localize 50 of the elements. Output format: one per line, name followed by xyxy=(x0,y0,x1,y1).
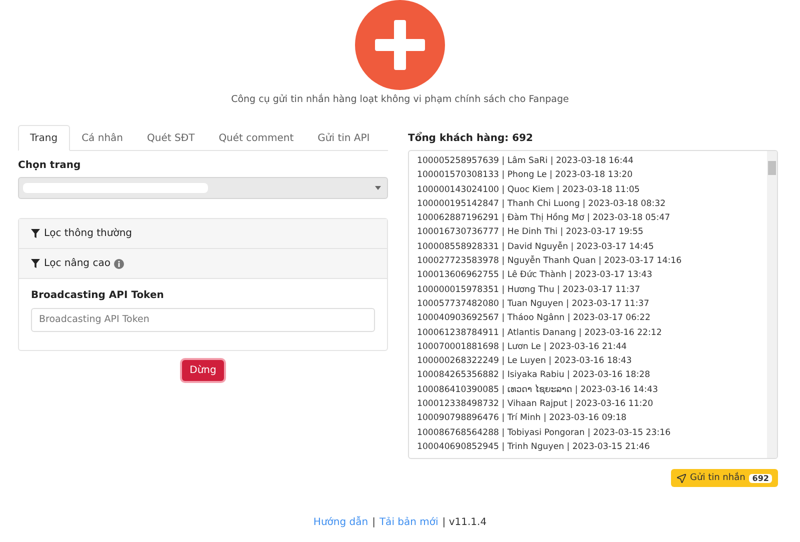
filter-icon xyxy=(31,259,40,268)
token-field[interactable]: Broadcasting API Token xyxy=(31,308,375,332)
customer-row-text: 100062887196291 | Đàm Thị Hồng Mơ | 2023-03-18 05:47 xyxy=(417,212,672,226)
accordion-title: Lọc nâng cao xyxy=(44,258,110,269)
customer-row-text: 100057737482080 | Tuan Nguyen | 2023-03-17 11:37 xyxy=(417,298,650,311)
customer-row-text: 100040903692567 | Tháoo Ngânn | 2023-03-17 06:22 xyxy=(417,312,652,326)
customer-row-text: 100000015978351 | Hương Thu | 2023-03-17 11:37 xyxy=(417,284,642,297)
footer-text: | xyxy=(372,517,376,528)
footer-link[interactable]: Hướng dẫn xyxy=(313,517,368,528)
footer-link[interactable]: Tải bản mới xyxy=(379,517,438,528)
filter-icon xyxy=(31,229,40,238)
send-button[interactable]: Gửi tin nhắn 692 xyxy=(671,469,778,487)
caret-icon xyxy=(375,186,381,190)
stop-button[interactable]: Dừng xyxy=(182,360,224,380)
customer-row-text: 100013606962755 | Lê Đức Thành | 2023-03-17 13:43 xyxy=(417,269,654,282)
accordion-title: Lọc thông thường xyxy=(44,228,132,239)
tab[interactable]: Gửi tin API xyxy=(306,125,382,151)
accordion-header[interactable]: Lọc nâng cao xyxy=(19,249,387,279)
tab[interactable]: Quét SĐT xyxy=(135,125,207,151)
customer-row-text: 100012338498732 | Vihaan Rajput | 2023-03-16 11:20 xyxy=(417,398,654,412)
customer-row-text: 100001570308133 | Phong Le | 2023-03-18 13:20 xyxy=(417,169,634,182)
customer-row-text: 100008558928331 | David Nguyễn | 2023-03-17 14:45 xyxy=(417,240,655,254)
accordion-header[interactable]: Lọc thông thường xyxy=(19,219,387,249)
customer-row-text: 100040690852945 | Trinh Nguyen | 2023-03-15 21:46 xyxy=(417,440,651,454)
customer-count: Tổng khách hàng: 692 xyxy=(408,133,534,144)
customer-row-text: 100000268322249 | Le Luyen | 2023-03-16 18:43 xyxy=(417,355,633,368)
customer-row-text: 100090798896476 | Trí Minh | 2023-03-16 09:18 xyxy=(417,412,628,426)
tab[interactable]: Quét comment xyxy=(206,125,306,151)
customer-row-text: 100000195142847 | Thanh Chi Luong | 2023-03-18 08:32 xyxy=(417,198,667,211)
customer-row-text: 100000143024100 | Quoc Kiem | 2023-03-18 11:05 xyxy=(417,184,641,197)
customer-row-text: 100070001881698 | Lươn Le | 2023-03-16 21:44 xyxy=(417,340,628,354)
scrollbar[interactable] xyxy=(767,151,777,458)
customer-row-text: 100027723583978 | Nguyễn Thanh Quan | 2023-03-17 14:16 xyxy=(417,254,683,268)
count-badge: 692 xyxy=(749,474,772,482)
customer-row-text: 100061238784911 | Atlantis Danang | 2023-03-16 22:12 xyxy=(417,326,663,340)
customer-list[interactable] xyxy=(408,150,778,459)
send-icon xyxy=(677,474,686,482)
customer-row-text: 100086768564288 | Tobiyasi Pongoran | 2023-03-15 23:16 xyxy=(417,426,672,440)
customer-row-text: 100086410390085 | ເທວດາ ໄຊຍະລາດ | 2023-03-16 14:43 xyxy=(417,384,659,397)
field-label: Chọn trang xyxy=(18,160,82,171)
customer-row-text: 100005258957639 | Lâm SaRi | 2023-03-18 16:44 xyxy=(417,155,634,168)
subtitle: Công cụ gửi tin nhắn hàng loạt không vi phạm chính sách cho Fanpage xyxy=(231,94,569,105)
footer-text: | v11.1.4 xyxy=(442,517,487,528)
plus-logo-icon xyxy=(355,0,445,90)
customer-row-text: 100016730736777 | He Dinh Thi | 2023-03-17 19:55 xyxy=(417,226,644,240)
field-label: Broadcasting API Token xyxy=(31,290,165,301)
tab[interactable]: Cá nhân xyxy=(70,125,136,151)
tab[interactable]: Trang xyxy=(18,125,70,151)
customer-row-text: 100084265356882 | Isiyaka Rabiu | 2023-03-16 18:28 xyxy=(417,369,652,382)
page-select[interactable] xyxy=(18,177,388,199)
